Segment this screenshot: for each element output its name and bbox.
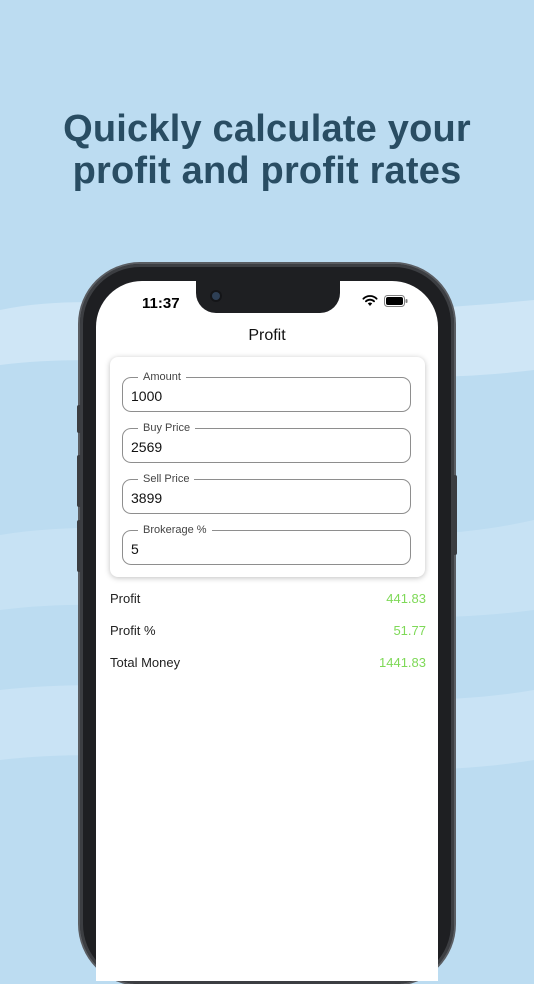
input-card: Amount 1000 Buy Price 2569 Sell Price 38… bbox=[110, 357, 425, 577]
status-time: 11:37 bbox=[142, 295, 180, 312]
buy-price-field[interactable]: Buy Price 2569 bbox=[122, 421, 411, 463]
phone-volume-up bbox=[77, 455, 81, 507]
battery-icon bbox=[384, 294, 408, 312]
total-money-value: 1441.83 bbox=[379, 655, 426, 670]
headline-line-1: Quickly calculate your bbox=[63, 108, 471, 150]
status-icons bbox=[362, 294, 408, 312]
amount-value: 1000 bbox=[131, 388, 163, 404]
page-title: Profit bbox=[248, 327, 286, 344]
profit-value: 441.83 bbox=[386, 591, 426, 606]
profit-percent-label: Profit % bbox=[110, 623, 156, 638]
amount-label: Amount bbox=[138, 370, 186, 384]
buy-price-label: Buy Price bbox=[138, 421, 196, 435]
phone-volume-down bbox=[77, 520, 81, 572]
result-row-profit: Profit 441.83 bbox=[110, 591, 426, 611]
result-row-profit-percent: Profit % 51.77 bbox=[110, 623, 426, 643]
profit-label: Profit bbox=[110, 591, 141, 606]
result-row-total-money: Total Money 1441.83 bbox=[110, 655, 426, 675]
amount-field[interactable]: Amount 1000 bbox=[122, 370, 411, 412]
sell-price-field[interactable]: Sell Price 3899 bbox=[122, 472, 411, 514]
sell-price-value: 3899 bbox=[131, 490, 163, 506]
camera-icon bbox=[212, 292, 220, 300]
brokerage-label: Brokerage % bbox=[138, 523, 212, 537]
brokerage-value: 5 bbox=[131, 541, 139, 557]
app-screen: 11:37 Profit Amount 1000 Buy Price 2569 bbox=[96, 281, 438, 981]
total-money-label: Total Money bbox=[110, 655, 181, 670]
buy-price-value: 2569 bbox=[131, 439, 163, 455]
headline: Quickly calculate your profit and profit… bbox=[0, 108, 534, 192]
profit-percent-value: 51.77 bbox=[393, 623, 426, 638]
phone-power-button bbox=[453, 475, 457, 555]
phone-silent-switch bbox=[77, 405, 81, 433]
headline-line-2: profit and profit rates bbox=[72, 150, 462, 192]
wifi-icon bbox=[362, 294, 378, 312]
sell-price-label: Sell Price bbox=[138, 472, 195, 486]
brokerage-field[interactable]: Brokerage % 5 bbox=[122, 523, 411, 565]
